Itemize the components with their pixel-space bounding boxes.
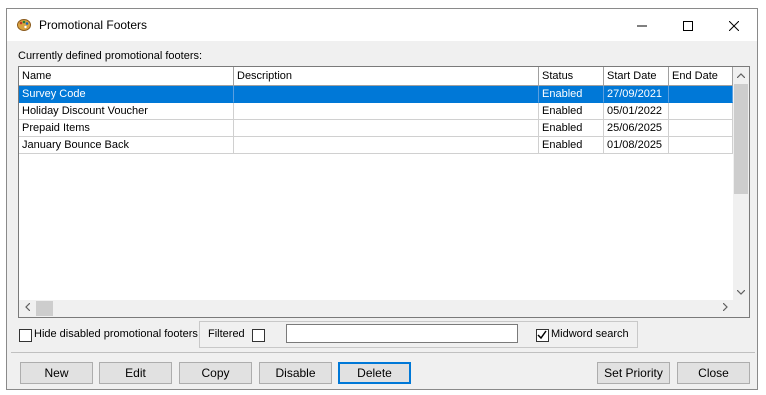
cell-start-date: 05/01/2022 [604, 103, 669, 120]
scroll-up-icon[interactable] [733, 67, 749, 83]
column-header-start-date[interactable]: Start Date [604, 67, 669, 85]
horizontal-scroll-thumb[interactable] [36, 301, 53, 316]
palette-icon [17, 18, 31, 32]
column-header-end-date[interactable]: End Date [669, 67, 733, 85]
cell-start-date: 01/08/2025 [604, 137, 669, 154]
cell-name: Holiday Discount Voucher [19, 103, 234, 120]
cell-description [234, 137, 539, 154]
horizontal-scrollbar[interactable] [19, 300, 733, 317]
scroll-down-icon[interactable] [733, 284, 749, 300]
cell-name: Survey Code [19, 86, 234, 103]
cell-status: Enabled [539, 86, 604, 103]
close-icon[interactable] [711, 9, 757, 41]
divider [11, 352, 755, 353]
cell-status: Enabled [539, 120, 604, 137]
cell-end-date [669, 137, 733, 154]
midword-search-checkbox[interactable] [536, 329, 549, 342]
scroll-right-icon[interactable] [717, 300, 733, 316]
column-header-description[interactable]: Description [234, 67, 539, 85]
cell-status: Enabled [539, 137, 604, 154]
new-button[interactable]: New [20, 362, 93, 384]
cell-name: Prepaid Items [19, 120, 234, 137]
cell-description [234, 103, 539, 120]
footers-table[interactable]: Name Description Status Start Date End D… [18, 66, 750, 318]
cell-name: January Bounce Back [19, 137, 234, 154]
disable-button[interactable]: Disable [259, 362, 332, 384]
window-title: Promotional Footers [39, 18, 148, 32]
minimize-icon[interactable] [619, 9, 665, 41]
cell-end-date [669, 120, 733, 137]
table-row[interactable]: Holiday Discount Voucher Enabled 05/01/2… [19, 103, 733, 120]
table-header: Name Description Status Start Date End D… [19, 67, 733, 86]
vertical-scrollbar[interactable] [733, 67, 749, 300]
title-bar[interactable]: Promotional Footers [7, 9, 757, 41]
cell-description [234, 86, 539, 103]
column-header-name[interactable]: Name [19, 67, 234, 85]
midword-search-label[interactable]: Midword search [551, 328, 629, 340]
delete-button[interactable]: Delete [338, 362, 411, 384]
copy-button[interactable]: Copy [179, 362, 252, 384]
vertical-scroll-thumb[interactable] [734, 84, 748, 194]
edit-button[interactable]: Edit [99, 362, 172, 384]
scrollbar-corner [733, 300, 749, 317]
cell-start-date: 25/06/2025 [604, 120, 669, 137]
table-row[interactable]: Prepaid Items Enabled 25/06/2025 [19, 120, 733, 137]
set-priority-button[interactable]: Set Priority [597, 362, 670, 384]
hide-disabled-checkbox[interactable] [19, 329, 32, 342]
filtered-label[interactable]: Filtered [208, 328, 245, 340]
column-header-status[interactable]: Status [539, 67, 604, 85]
table-row[interactable]: Survey Code Enabled 27/09/2021 [19, 86, 733, 103]
list-caption: Currently defined promotional footers: [18, 50, 203, 62]
promotional-footers-window: Promotional Footers Currently defined pr… [6, 8, 758, 390]
table-row[interactable]: January Bounce Back Enabled 01/08/2025 [19, 137, 733, 154]
cell-end-date [669, 103, 733, 120]
scroll-left-icon[interactable] [19, 300, 35, 316]
cell-description [234, 120, 539, 137]
cell-start-date: 27/09/2021 [604, 86, 669, 103]
cell-end-date [669, 86, 733, 103]
filtered-checkbox[interactable] [252, 329, 265, 342]
maximize-icon[interactable] [665, 9, 711, 41]
filter-text-input[interactable] [286, 324, 518, 343]
close-button[interactable]: Close [677, 362, 750, 384]
cell-status: Enabled [539, 103, 604, 120]
hide-disabled-label[interactable]: Hide disabled promotional footers [34, 328, 198, 340]
